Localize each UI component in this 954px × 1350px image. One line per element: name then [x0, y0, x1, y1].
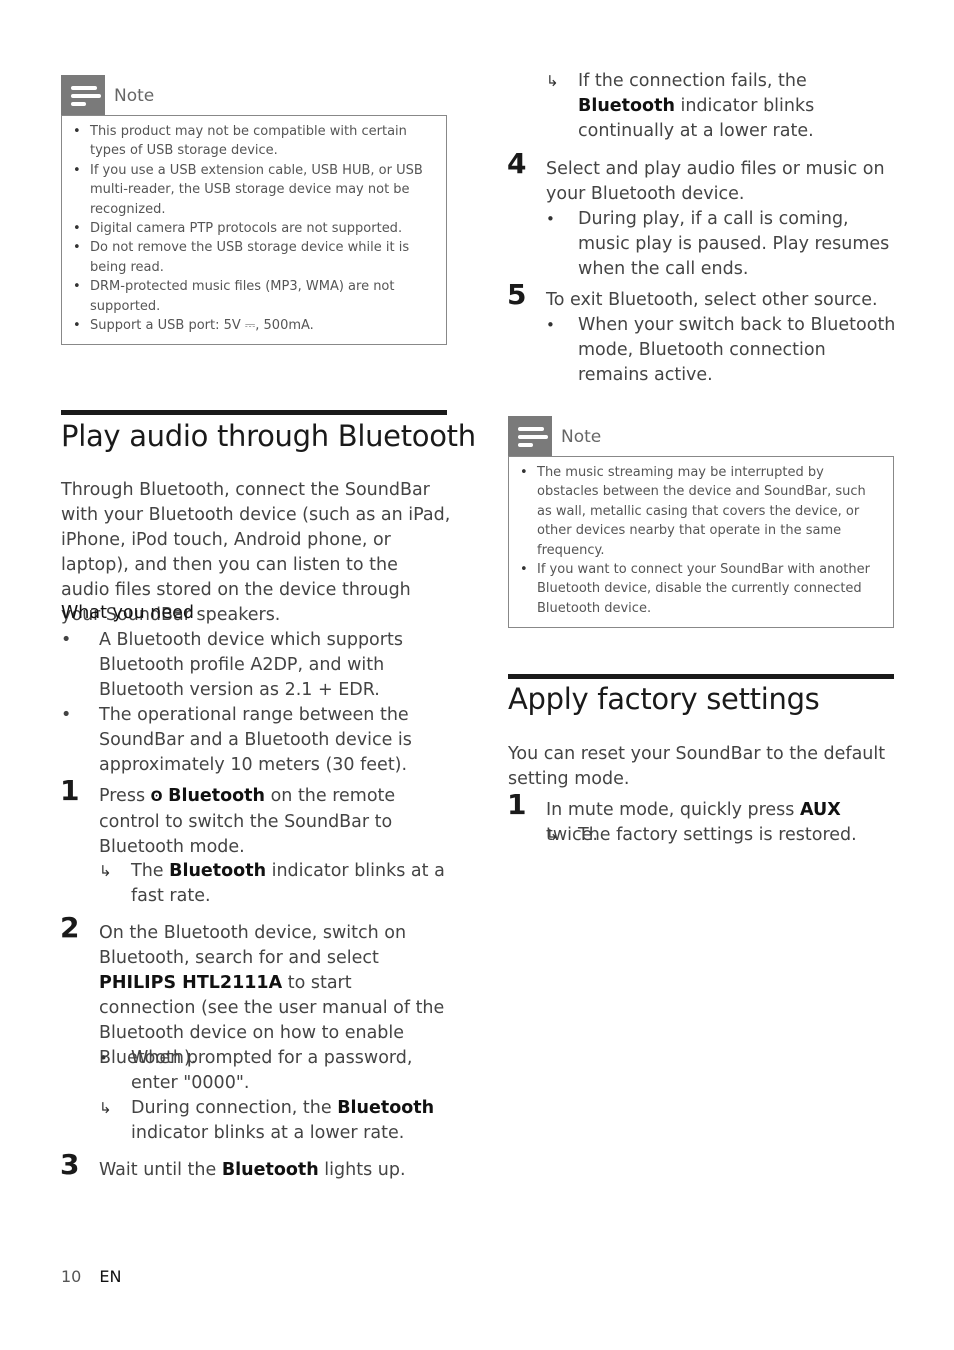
- language-code: EN: [99, 1267, 122, 1286]
- page-footer: 10 EN: [61, 1267, 121, 1286]
- need-text: A Bluetooth device which supports Blueto…: [99, 630, 403, 700]
- step-number: 4: [507, 147, 527, 180]
- section-rule: [61, 410, 447, 415]
- result-arrow-icon: ↳: [99, 862, 112, 880]
- need-text: The operational range between the SoundB…: [99, 705, 412, 775]
- result-arrow-icon: ↳: [546, 826, 559, 844]
- note-box-bluetooth: Note The music streaming may be interrup…: [508, 416, 894, 629]
- note-icon: [61, 75, 105, 115]
- section-title-bluetooth: Play audio through Bluetooth: [61, 419, 476, 453]
- result-arrow-icon: ↳: [546, 72, 559, 90]
- note-item: The music streaming may be interrupted b…: [517, 463, 883, 560]
- step-number: 3: [60, 1148, 80, 1181]
- note-item: If you want to connect your SoundBar wit…: [517, 560, 883, 618]
- bluetooth-icon: ʘ: [150, 789, 163, 805]
- note-item: Digital camera PTP protocols are not sup…: [70, 219, 436, 239]
- note-title: Note: [561, 427, 602, 447]
- note-icon: [508, 416, 552, 456]
- factory-intro: You can reset your SoundBar to the defau…: [508, 744, 886, 789]
- note-header: Note: [61, 75, 447, 115]
- note-header: Note: [508, 416, 894, 456]
- what-you-need-heading: What you need: [61, 603, 194, 623]
- page-number: 10: [61, 1267, 82, 1286]
- step-text: Select and play audio files or music on …: [546, 159, 885, 204]
- section-rule: [508, 674, 894, 679]
- note-item: This product may not be compatible with …: [70, 122, 436, 161]
- bullet-mark: •: [61, 705, 72, 725]
- bullet-mark: •: [546, 316, 555, 334]
- bullet-mark: •: [99, 1049, 108, 1067]
- note-item: Support a USB port: 5V ⎓, 500mA.: [70, 316, 436, 336]
- bullet-mark: •: [546, 210, 555, 228]
- section-title-factory: Apply factory settings: [508, 682, 820, 716]
- note-item: DRM-protected music files (MP3, WMA) are…: [70, 277, 436, 316]
- step-number: 1: [60, 774, 80, 807]
- bullet-mark: •: [61, 630, 72, 650]
- note-item: If you use a USB extension cable, USB HU…: [70, 161, 436, 219]
- step-number: 2: [60, 911, 80, 944]
- note-body: This product may not be compatible with …: [61, 115, 447, 346]
- step-number: 5: [507, 278, 527, 311]
- step-number: 1: [507, 788, 527, 821]
- step-text: Press ʘ Bluetooth on the remote control …: [99, 786, 396, 857]
- note-body: The music streaming may be interrupted b…: [508, 456, 894, 629]
- step-text: To exit Bluetooth, select other source.: [546, 290, 878, 310]
- step-text: Wait until the Bluetooth lights up.: [99, 1160, 406, 1180]
- note-title: Note: [114, 86, 155, 106]
- result-arrow-icon: ↳: [99, 1099, 112, 1117]
- note-item: Do not remove the USB storage device whi…: [70, 238, 436, 277]
- note-box-usb: Note This product may not be compatible …: [61, 75, 447, 346]
